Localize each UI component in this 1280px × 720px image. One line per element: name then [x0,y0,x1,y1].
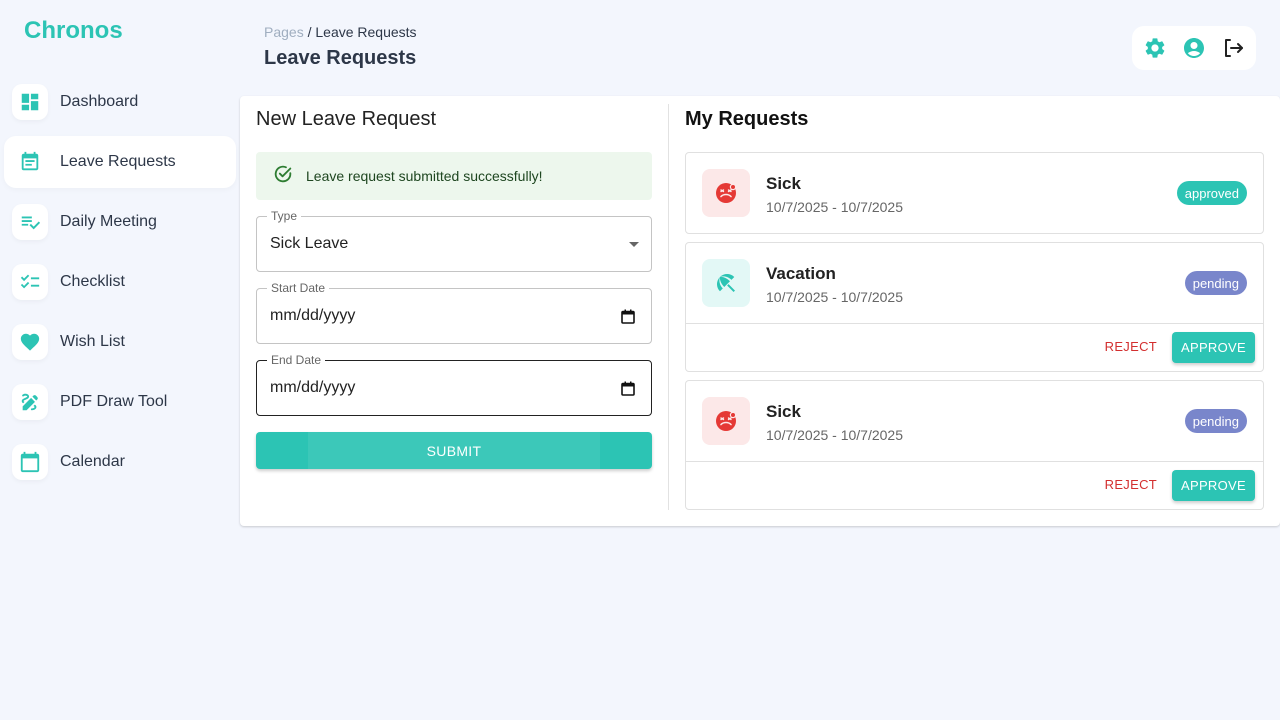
calendar-icon [12,444,48,480]
playlist-check-icon [12,204,48,240]
status-badge: pending [1184,271,1247,295]
sidebar-item-checklist[interactable]: Checklist [4,256,236,308]
approve-button[interactable]: APPROVE [1172,470,1255,501]
sidebar-item-wish-list[interactable]: Wish List [4,316,236,368]
sidebar-item-label: Leave Requests [60,153,176,170]
request-type: Sick [766,174,801,193]
form-title: New Leave Request [256,108,437,130]
request-type: Sick [766,402,801,421]
status-badge: approved [1176,181,1247,205]
request-type: Vacation [766,264,836,283]
sidebar-item-label: PDF Draw Tool [60,393,168,410]
sidebar-item-leave-requests[interactable]: Leave Requests [4,136,236,188]
status-badge: pending [1184,409,1247,433]
sick-face-icon [702,397,750,445]
request-actions: REJECT APPROVE [686,323,1263,371]
approve-label: APPROVE [1181,478,1246,493]
submit-label: SUBMIT [426,442,482,459]
reject-button[interactable]: REJECT [1105,477,1157,492]
sidebar-item-label: Wish List [60,333,125,350]
success-alert: Leave request submitted successfully! [256,152,652,200]
dropdown-arrow-icon [629,242,639,247]
checklist-icon [12,264,48,300]
approve-button[interactable]: APPROVE [1172,332,1255,363]
beach-umbrella-icon [702,259,750,307]
event-note-icon [12,144,48,180]
sidebar-item-calendar[interactable]: Calendar [4,436,236,488]
start-date-value: mm/dd/yyyy [270,307,356,324]
dashboard-icon [12,84,48,120]
settings-icon[interactable] [1139,32,1171,64]
request-dates: 10/7/2025 - 10/7/2025 [766,289,904,305]
sidebar-item-label: Checklist [60,273,125,290]
sidebar-item-dashboard[interactable]: Dashboard [4,76,236,128]
brand-logo[interactable]: Chronos [24,17,123,45]
sidebar-nav: Dashboard Leave Requests Daily Meeting C… [4,76,236,496]
type-label: Type [267,209,302,223]
reject-button[interactable]: REJECT [1105,339,1157,354]
end-date-label: End Date [267,353,326,367]
start-date-field[interactable]: Start Date mm/dd/yyyy [256,281,652,344]
column-divider [668,104,669,510]
check-circle-icon [272,163,294,190]
breadcrumb-separator: / [303,24,316,40]
breadcrumb-current: Leave Requests [315,24,417,40]
heart-icon [12,324,48,360]
sick-face-icon [702,169,750,217]
type-select[interactable]: Type Sick Leave [256,209,652,272]
draw-icon [12,384,48,420]
type-value: Sick Leave [270,235,349,252]
request-actions: REJECT APPROVE [686,461,1263,509]
logout-icon[interactable] [1217,32,1249,64]
request-card: Sick 10/7/2025 - 10/7/2025 approved [685,152,1264,234]
sidebar-item-daily-meeting[interactable]: Daily Meeting [4,196,236,248]
request-card: Sick 10/7/2025 - 10/7/2025 pending REJEC… [685,380,1264,510]
header-actions [1132,26,1256,70]
calendar-picker-icon[interactable] [621,381,635,396]
calendar-picker-icon[interactable] [621,309,635,324]
request-card: Vacation 10/7/2025 - 10/7/2025 pending R… [685,242,1264,372]
submit-button[interactable]: SUBMIT [256,432,652,469]
end-date-field[interactable]: End Date mm/dd/yyyy [256,353,652,416]
sidebar-item-pdf-draw-tool[interactable]: PDF Draw Tool [4,376,236,428]
sidebar-item-label: Daily Meeting [60,213,157,230]
sidebar-item-label: Calendar [60,453,125,470]
approve-label: APPROVE [1181,340,1246,355]
breadcrumb: Pages / Leave Requests [264,24,417,40]
breadcrumb-root[interactable]: Pages [264,24,304,40]
account-icon[interactable] [1178,32,1210,64]
request-dates: 10/7/2025 - 10/7/2025 [766,199,904,215]
main-panel: New Leave Request Leave request submitte… [240,96,1280,526]
sidebar-item-label: Dashboard [60,93,139,110]
end-date-value: mm/dd/yyyy [270,379,356,396]
start-date-label: Start Date [267,281,330,295]
alert-message: Leave request submitted successfully! [306,168,543,184]
requests-title: My Requests [685,108,809,130]
request-dates: 10/7/2025 - 10/7/2025 [766,427,904,443]
page-title: Leave Requests [264,47,417,69]
